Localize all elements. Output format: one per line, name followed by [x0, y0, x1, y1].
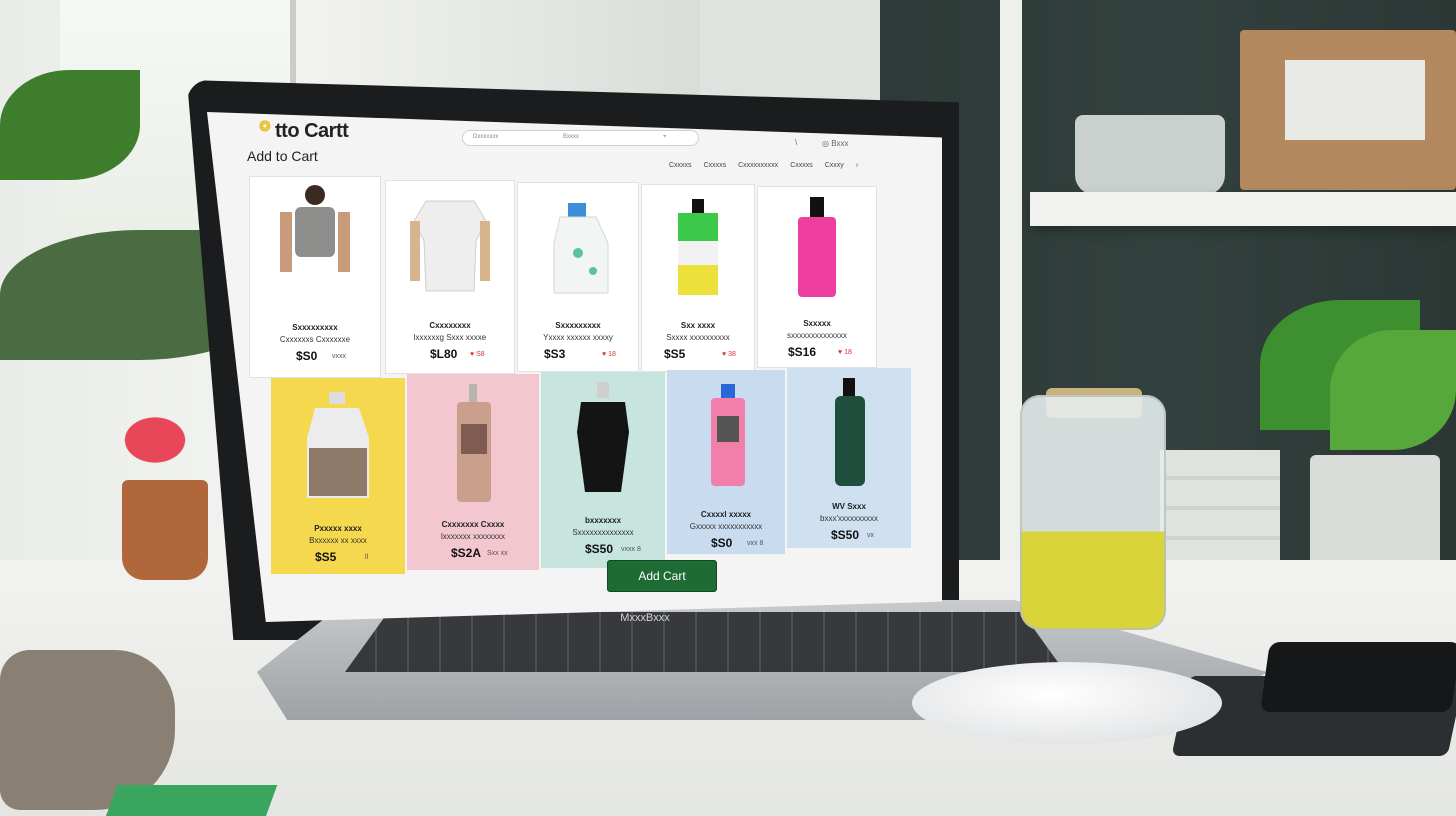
- product-name: Sxxxxxxxxx: [292, 323, 338, 332]
- product-price: $L80: [430, 347, 458, 361]
- product-image: [577, 382, 629, 492]
- book-stack: [1160, 450, 1280, 570]
- product-card[interactable]: Sxxxxxxxxx Cxxxxxxs Cxxxxxxe $S0 vxxx: [249, 176, 381, 378]
- red-flower: [95, 395, 215, 485]
- product-desc: lxxxxxxx xxxxxxxx: [441, 532, 505, 541]
- left-planter: [122, 480, 208, 580]
- product-name: Sxx xxxx: [680, 321, 716, 330]
- product-extra: vx: [867, 532, 874, 539]
- product-image: [410, 200, 490, 292]
- shelf: [1030, 192, 1456, 226]
- product-card[interactable]: Sxxxxxxxxx Yxxxx xxxxxx xxxxy $S3 ♥ 18: [517, 182, 639, 372]
- laptop-screen: ❂ tto Cartt Add to Cart Dxxxxxxx Bxxxx ⌖…: [207, 112, 942, 622]
- product-card[interactable]: Sxxxxx sxxxxxxxxxxxxxx $S16 ♥ 18: [757, 186, 877, 368]
- product-rating: ♥ 18: [602, 351, 616, 358]
- nav-item[interactable]: Cxxxxs: [704, 162, 727, 169]
- product-desc: sxxxxxxxxxxxxxx: [787, 331, 847, 340]
- laptop-keyboard: [345, 612, 1065, 672]
- shelf-post: [1000, 0, 1022, 600]
- product-rating: ♥ 18: [838, 349, 852, 356]
- product-image: [835, 378, 865, 486]
- product-extra: vxx 8: [747, 540, 764, 547]
- nav-chevron-icon[interactable]: ›: [856, 162, 858, 169]
- product-desc: Gxxxxx xxxxxxxxxxx: [689, 522, 763, 531]
- product-desc: lxxxxxxg Sxxx xxxxe: [413, 333, 487, 342]
- product-price: $S5: [315, 550, 337, 564]
- laptop-brand: MxxxBxxx: [620, 612, 670, 624]
- product-name: WV Sxxx: [832, 502, 866, 511]
- category-nav: Cxxxxs Cxxxxs Cxxxxxxxxxx Cxxxxs Cxxxy ›: [669, 162, 858, 169]
- product-desc: Sxxxxxxxxxxxxxx: [572, 528, 634, 537]
- product-name: Sxxxxx: [803, 319, 831, 328]
- search-placeholder: Dxxxxxxx: [473, 134, 499, 140]
- smartphone: [1260, 642, 1456, 712]
- oil-jar: [1020, 395, 1166, 630]
- product-desc: Bxxxxxx xx xxxx: [309, 536, 367, 545]
- product-price: $S0: [711, 536, 733, 550]
- product-card[interactable]: Cxxxxxxx Cxxxx lxxxxxxx xxxxxxxx $S2A Sx…: [407, 374, 539, 570]
- plant-leaf: [0, 70, 140, 180]
- product-price: $S16: [788, 345, 817, 359]
- product-grid: Sxxxxxxxxx Cxxxxxxs Cxxxxxxe $S0 vxxx Cx…: [249, 176, 919, 576]
- site-logo-title[interactable]: tto Cartt: [275, 120, 349, 143]
- product-image: [457, 384, 491, 502]
- product-name: Pxxxxx xxxx: [314, 524, 362, 533]
- product-desc: Sxxxx xxxxxxxxxx: [666, 333, 730, 342]
- product-desc: bxxx'xxxxxxxxxx: [820, 514, 878, 523]
- product-image: [307, 392, 369, 498]
- product-name: Cxxxxxxxx: [429, 321, 471, 330]
- product-name: Cxxxxxxx Cxxxx: [441, 520, 505, 529]
- settings-menu[interactable]: ◎ Bxxx: [822, 139, 849, 148]
- account-icon[interactable]: \: [795, 138, 797, 147]
- product-extra: Sxx xx: [487, 550, 508, 557]
- product-card[interactable]: Cxxxxl xxxxx Gxxxxx xxxxxxxxxxx $S0 vxx …: [667, 370, 785, 554]
- nav-item[interactable]: Cxxxxs: [669, 162, 692, 169]
- product-price: $S5: [664, 347, 686, 361]
- product-extra: vxxx 8: [621, 546, 641, 553]
- product-desc: Cxxxxxxs Cxxxxxxe: [279, 335, 351, 344]
- product-card[interactable]: Sxx xxxx Sxxxx xxxxxxxxxx $S5 ♥ 38: [641, 184, 755, 372]
- product-image: [553, 203, 609, 294]
- product-card[interactable]: bxxxxxxx Sxxxxxxxxxxxxxx $S50 vxxx 8: [541, 372, 665, 568]
- product-extra: vxxx: [332, 353, 346, 360]
- product-rating: ♥ S8: [470, 351, 485, 358]
- nav-item[interactable]: Cxxxxs: [790, 162, 813, 169]
- search-mid-text: Bxxxx: [563, 134, 580, 140]
- product-image: [280, 185, 350, 272]
- search-input[interactable]: Dxxxxxxx Bxxxx ⌖: [462, 130, 699, 146]
- product-price: $S3: [544, 347, 566, 361]
- product-card[interactable]: WV Sxxx bxxx'xxxxxxxxxx $S50 vx: [787, 368, 911, 548]
- product-desc: Yxxxx xxxxxx xxxxy: [543, 333, 613, 342]
- shelf-label: [1285, 60, 1425, 140]
- product-price: $S50: [831, 528, 860, 542]
- search-icon[interactable]: ⌖: [663, 134, 666, 141]
- product-image: [798, 197, 836, 297]
- nav-item[interactable]: Cxxxxxxxxxx: [738, 162, 778, 169]
- product-image: [711, 384, 745, 486]
- plant-leaf: [1330, 330, 1456, 450]
- shelf-planter: [1075, 115, 1225, 195]
- computer-mouse: [912, 662, 1222, 744]
- product-card[interactable]: Pxxxxx xxxx Bxxxxxx xx xxxx $S5 ll: [271, 378, 405, 574]
- product-price: $S2A: [451, 546, 482, 560]
- product-card[interactable]: Cxxxxxxxx lxxxxxxg Sxxx xxxxe $L80 ♥ S8: [385, 180, 515, 374]
- add-to-cart-button[interactable]: Add Cart: [607, 560, 717, 592]
- photo-scene: MxxxBxxx ❂ tto Cartt Add to Cart Dxxxxxx…: [0, 0, 1456, 816]
- page-subtitle: Add to Cart: [247, 148, 318, 164]
- product-name: Cxxxxl xxxxx: [700, 510, 752, 519]
- product-price: $S0: [296, 349, 318, 363]
- product-extra: ll: [365, 554, 369, 561]
- product-price: $S50: [585, 542, 614, 556]
- nav-item[interactable]: Cxxxy: [825, 162, 844, 169]
- product-image: [678, 199, 718, 295]
- cart-logo-icon: ❂: [259, 118, 271, 134]
- product-rating: ♥ 38: [722, 351, 736, 358]
- product-name: bxxxxxxx: [584, 516, 622, 525]
- green-mat: [102, 785, 278, 816]
- product-name: Sxxxxxxxxx: [555, 321, 601, 330]
